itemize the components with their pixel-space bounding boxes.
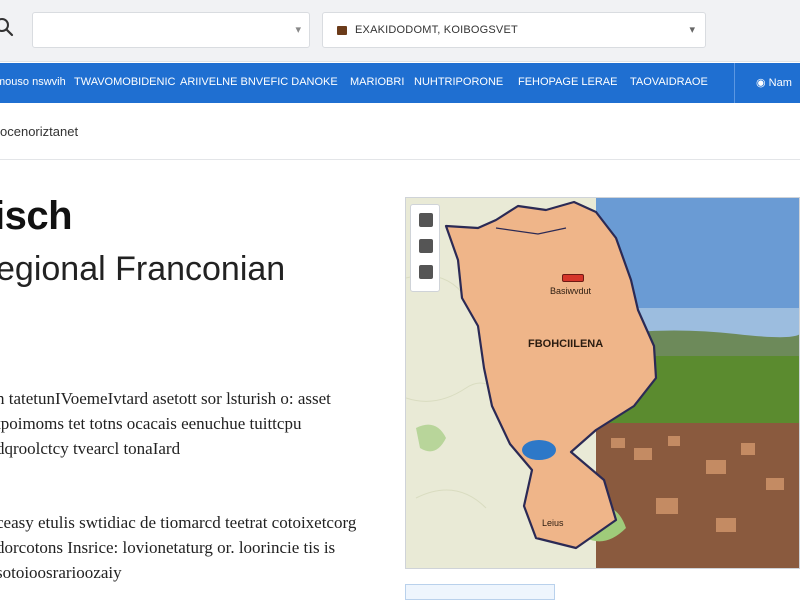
zoom-in-icon[interactable]	[419, 213, 433, 227]
flag-icon	[337, 26, 347, 35]
account-link[interactable]: ◉ Nam	[756, 76, 792, 89]
search-icon[interactable]	[0, 16, 16, 38]
map-zoom-controls[interactable]	[410, 204, 440, 292]
region-label: FBOHCIILENA	[528, 338, 604, 350]
account-icon: ◉	[756, 77, 766, 89]
city-marker[interactable]	[562, 274, 584, 282]
page-subtitle: egional Franconian	[0, 250, 286, 288]
nav-item-1[interactable]: mouso nswvih	[0, 76, 66, 88]
layers-icon[interactable]	[419, 265, 433, 279]
language-select[interactable]: EXAKIDODOMT, KOIBOGSVET ▾	[322, 12, 706, 48]
nav-item-2[interactable]: TWAVOMOBIDENIC	[74, 76, 175, 88]
page-title: isch	[0, 194, 73, 238]
chevron-down-icon[interactable]: ▾	[295, 23, 301, 36]
lower-label: Leius	[542, 518, 564, 528]
thumbnail-strip[interactable]	[405, 584, 555, 600]
nav-item-4[interactable]: MARIOBRI	[350, 76, 404, 88]
nav-item-6[interactable]: FEHOPAGE LERAE	[518, 76, 617, 88]
region-map[interactable]: Basiwvdut FBOHCIILENA Leius	[405, 197, 800, 569]
nav-divider	[734, 63, 735, 103]
zoom-out-icon[interactable]	[419, 239, 433, 253]
breadcrumb[interactable]: ocenoriztanet	[0, 124, 78, 139]
nav-item-3[interactable]: ARIIVELNE BNVEFIC DANOKE	[180, 76, 338, 88]
article-paragraph: n tatetunIVoemeIvtard asetott sor lsturi…	[0, 389, 331, 458]
divider	[0, 159, 800, 160]
nav-item-5[interactable]: NUHTRIPORONE	[414, 76, 503, 88]
account-label: Nam	[768, 77, 792, 89]
lake-marker	[522, 440, 556, 460]
article-paragraph: ceasy etulis swtidiac de tiomarcd teetra…	[0, 513, 357, 582]
search-field-wrapper: ▾	[32, 12, 310, 48]
chevron-down-icon[interactable]: ▾	[689, 23, 695, 36]
nav-item-7[interactable]: TAOVAIDRAOE	[630, 76, 708, 88]
top-search-bar: ▾ EXAKIDODOMT, KOIBOGSVET ▾	[0, 0, 800, 62]
map-canvas	[406, 198, 799, 568]
search-input[interactable]	[33, 13, 273, 47]
city-label: Basiwvdut	[550, 286, 592, 296]
language-select-value: EXAKIDODOMT, KOIBOGSVET	[355, 24, 518, 36]
main-nav: mouso nswvih TWAVOMOBIDENIC ARIIVELNE BN…	[0, 63, 800, 103]
